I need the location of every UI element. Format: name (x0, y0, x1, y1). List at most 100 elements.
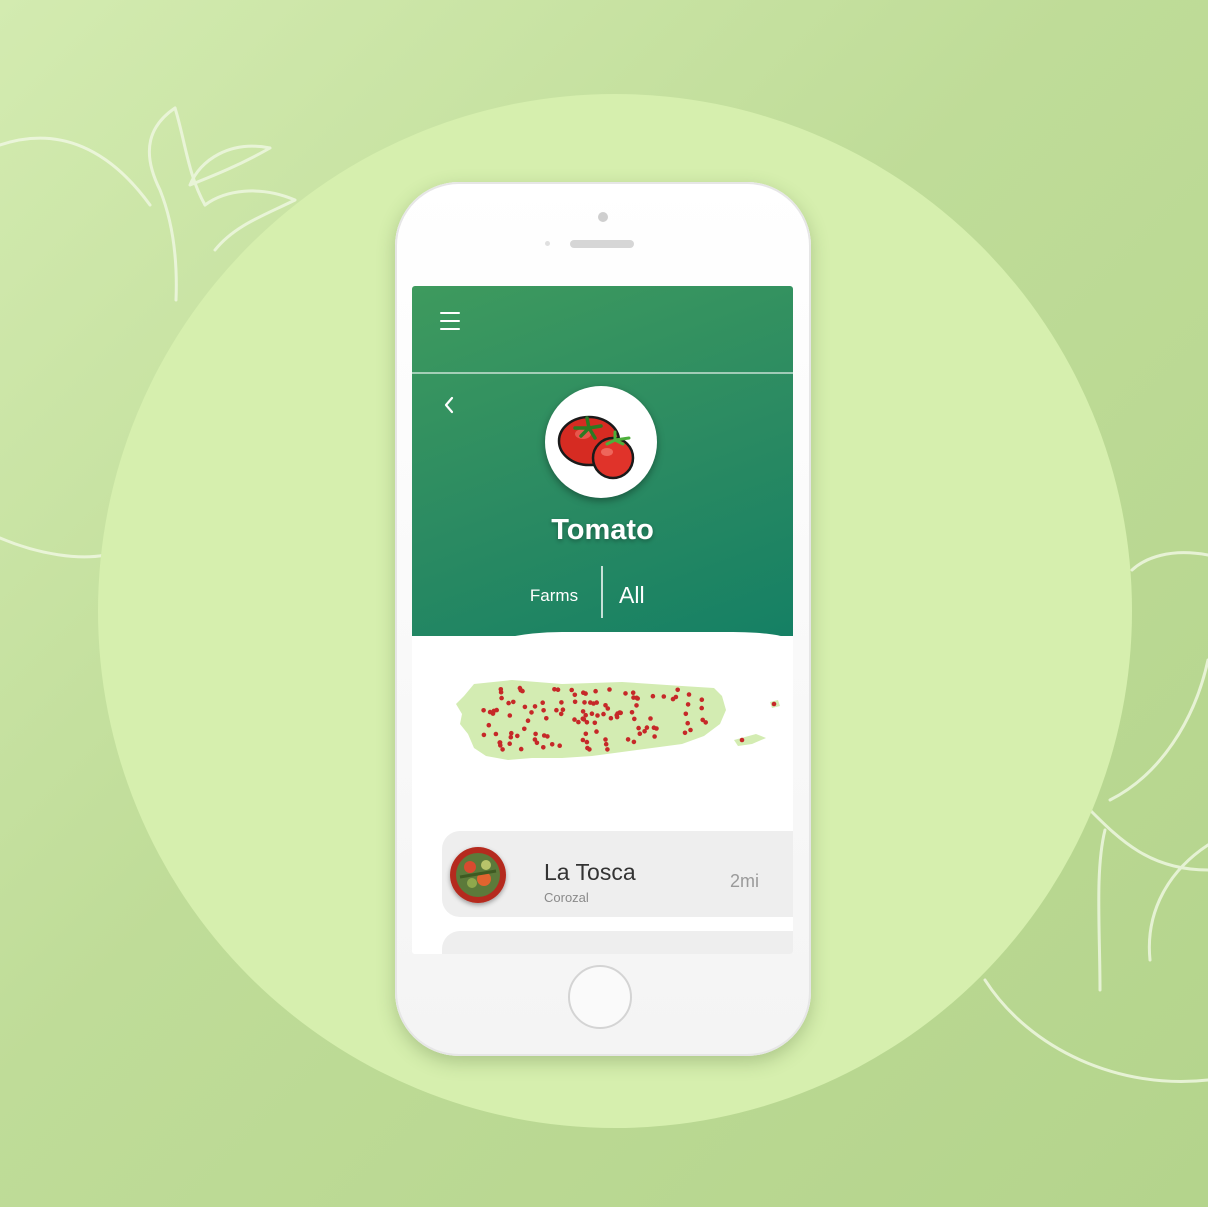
farm-marker[interactable] (486, 722, 492, 728)
farm-marker[interactable] (644, 725, 650, 730)
farm-marker[interactable] (636, 725, 641, 731)
farm-marker[interactable] (685, 720, 690, 726)
farm-marker[interactable] (583, 712, 588, 718)
farm-marker[interactable] (631, 739, 637, 745)
farm-marker[interactable] (661, 694, 667, 699)
farm-marker[interactable] (592, 720, 598, 726)
farm-marker[interactable] (487, 709, 493, 715)
farm-marker[interactable] (688, 727, 693, 733)
farm-marker[interactable] (652, 734, 657, 739)
farm-marker[interactable] (637, 731, 643, 736)
farm-marker[interactable] (594, 729, 599, 734)
farm-marker[interactable] (540, 700, 545, 705)
farm-marker[interactable] (630, 690, 636, 695)
chevron-left-icon[interactable] (440, 394, 458, 416)
farm-marker[interactable] (582, 700, 587, 705)
farm-map[interactable] (452, 674, 782, 790)
farm-marker[interactable] (493, 731, 499, 737)
farm-marker[interactable] (554, 707, 559, 713)
farm-marker[interactable] (557, 743, 562, 748)
farm-card[interactable]: La Tosca Corozal 2mi (442, 831, 793, 917)
farm-marker[interactable] (518, 746, 524, 752)
farm-marker[interactable] (739, 737, 745, 743)
farm-marker[interactable] (603, 703, 608, 708)
farm-marker[interactable] (481, 708, 486, 713)
farm-marker[interactable] (603, 741, 609, 747)
farm-marker[interactable] (508, 734, 514, 740)
farm-marker[interactable] (699, 697, 705, 702)
farm-marker[interactable] (572, 692, 578, 698)
farm-marker[interactable] (509, 730, 514, 736)
farm-marker[interactable] (517, 685, 523, 691)
farm-marker[interactable] (648, 716, 653, 721)
farm-marker[interactable] (651, 725, 657, 730)
farm-marker[interactable] (635, 696, 640, 701)
farm-marker[interactable] (497, 740, 502, 745)
farm-marker[interactable] (499, 695, 504, 701)
farm-marker[interactable] (544, 716, 549, 721)
farm-marker[interactable] (558, 711, 564, 717)
farm-marker[interactable] (507, 713, 513, 718)
farm-marker[interactable] (670, 696, 676, 702)
farm-marker[interactable] (587, 747, 592, 752)
farm-marker[interactable] (581, 690, 586, 695)
farm-marker[interactable] (605, 747, 610, 752)
farm-marker[interactable] (617, 710, 623, 715)
farm-marker[interactable] (601, 711, 606, 717)
farm-marker[interactable] (634, 703, 639, 708)
farm-marker[interactable] (614, 714, 620, 720)
farm-marker[interactable] (675, 687, 680, 693)
farm-marker[interactable] (607, 687, 612, 692)
farm-marker[interactable] (682, 730, 688, 736)
farm-marker[interactable] (593, 688, 598, 694)
tab-all[interactable]: All (619, 582, 679, 609)
farm-marker[interactable] (541, 733, 547, 738)
farm-marker[interactable] (515, 733, 520, 739)
farm-marker[interactable] (650, 693, 656, 699)
farm-card[interactable] (442, 931, 793, 954)
farm-marker[interactable] (555, 687, 561, 692)
farm-marker[interactable] (629, 710, 635, 715)
farm-marker[interactable] (559, 700, 564, 705)
farm-marker[interactable] (507, 741, 512, 746)
farm-marker[interactable] (541, 708, 546, 713)
farm-marker[interactable] (511, 699, 516, 705)
farm-marker[interactable] (608, 715, 614, 721)
farm-marker[interactable] (481, 732, 487, 738)
farm-marker[interactable] (584, 739, 590, 745)
farm-marker[interactable] (623, 691, 628, 696)
farm-marker[interactable] (576, 719, 581, 725)
farm-marker[interactable] (560, 707, 566, 712)
farm-marker[interactable] (580, 737, 586, 743)
farm-marker[interactable] (529, 710, 534, 715)
farm-marker[interactable] (532, 737, 538, 742)
farm-marker[interactable] (584, 720, 590, 725)
farm-marker[interactable] (603, 737, 608, 742)
farm-marker[interactable] (572, 699, 578, 705)
farm-marker[interactable] (498, 689, 504, 695)
farm-marker[interactable] (583, 731, 589, 737)
farm-marker[interactable] (580, 709, 586, 714)
farm-marker[interactable] (506, 700, 511, 706)
farm-marker[interactable] (699, 705, 704, 711)
farm-marker[interactable] (572, 717, 577, 722)
farm-marker[interactable] (631, 695, 636, 700)
farm-marker[interactable] (549, 742, 555, 747)
farm-marker[interactable] (533, 731, 538, 737)
farm-marker[interactable] (569, 687, 574, 693)
farm-marker[interactable] (685, 702, 691, 707)
farm-marker[interactable] (700, 717, 705, 723)
farm-marker[interactable] (771, 701, 777, 707)
farm-marker[interactable] (683, 711, 689, 717)
farm-marker[interactable] (686, 692, 692, 697)
farm-marker[interactable] (525, 718, 531, 723)
farm-marker[interactable] (591, 701, 596, 706)
farm-marker[interactable] (632, 716, 637, 722)
farm-marker[interactable] (541, 745, 546, 750)
tab-farms[interactable]: Farms (504, 586, 604, 606)
home-button[interactable] (568, 965, 632, 1029)
farm-marker[interactable] (589, 711, 595, 716)
farm-marker[interactable] (522, 704, 528, 710)
hamburger-menu-icon[interactable] (440, 312, 460, 332)
farm-marker[interactable] (500, 747, 505, 752)
